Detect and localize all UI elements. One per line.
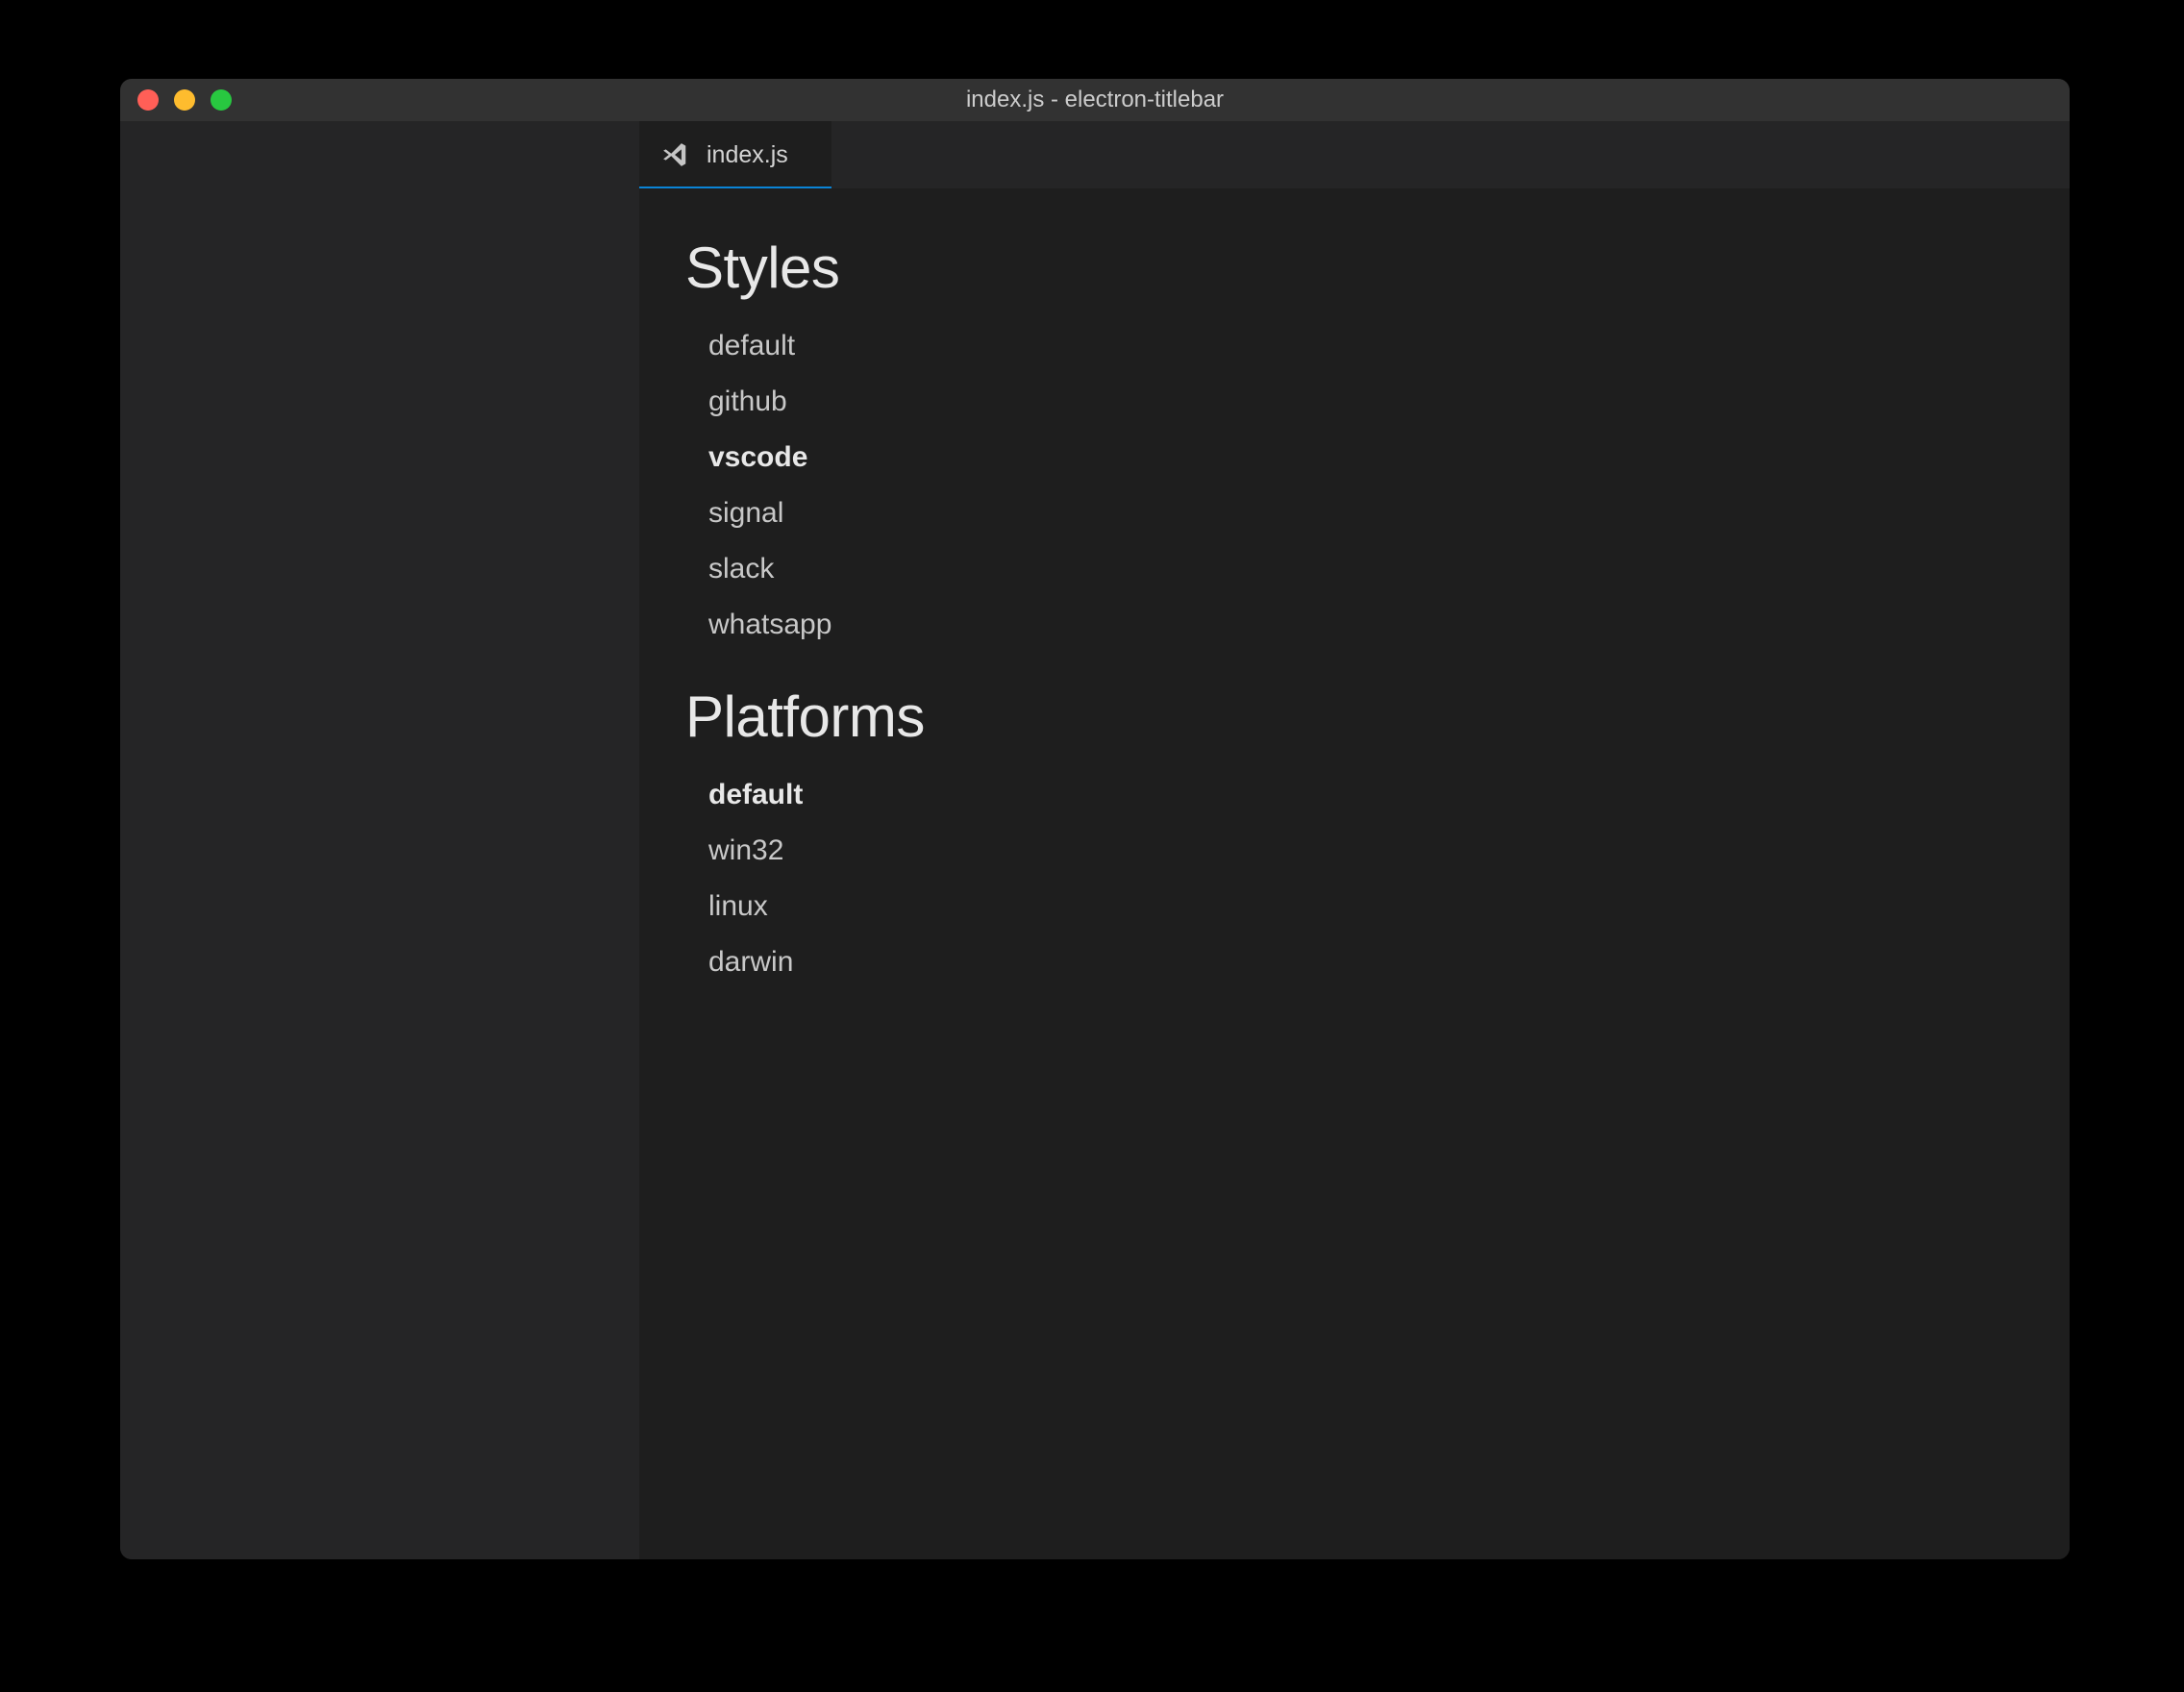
sidebar (120, 121, 639, 1559)
platforms-heading: Platforms (685, 684, 2023, 750)
style-option-whatsapp[interactable]: whatsapp (708, 597, 2023, 653)
platform-option-darwin[interactable]: darwin (708, 934, 2023, 990)
traffic-lights (120, 89, 232, 111)
tab-label: index.js (707, 141, 788, 169)
editor-content: Styles default github vscode signal slac… (639, 188, 2070, 1559)
platform-option-win32[interactable]: win32 (708, 823, 2023, 879)
style-option-vscode[interactable]: vscode (708, 430, 2023, 485)
titlebar[interactable]: index.js - electron-titlebar (120, 79, 2070, 121)
platforms-list: default win32 linux darwin (685, 767, 2023, 990)
styles-list: default github vscode signal slack whats… (685, 318, 2023, 653)
style-option-github[interactable]: github (708, 374, 2023, 430)
window-title: index.js - electron-titlebar (966, 87, 1224, 113)
styles-heading: Styles (685, 235, 2023, 301)
style-option-default[interactable]: default (708, 318, 2023, 374)
style-option-slack[interactable]: slack (708, 541, 2023, 597)
app-window: index.js - electron-titlebar index.js St… (120, 79, 2070, 1559)
maximize-button[interactable] (211, 89, 232, 111)
vscode-icon (660, 140, 689, 169)
content-area: index.js Styles default github vscode si… (639, 121, 2070, 1559)
platform-option-linux[interactable]: linux (708, 879, 2023, 934)
tab-indexjs[interactable]: index.js (639, 121, 831, 188)
platform-option-default[interactable]: default (708, 767, 2023, 823)
style-option-signal[interactable]: signal (708, 485, 2023, 541)
window-body: index.js Styles default github vscode si… (120, 121, 2070, 1559)
close-button[interactable] (137, 89, 159, 111)
minimize-button[interactable] (174, 89, 195, 111)
tab-bar: index.js (639, 121, 2070, 188)
